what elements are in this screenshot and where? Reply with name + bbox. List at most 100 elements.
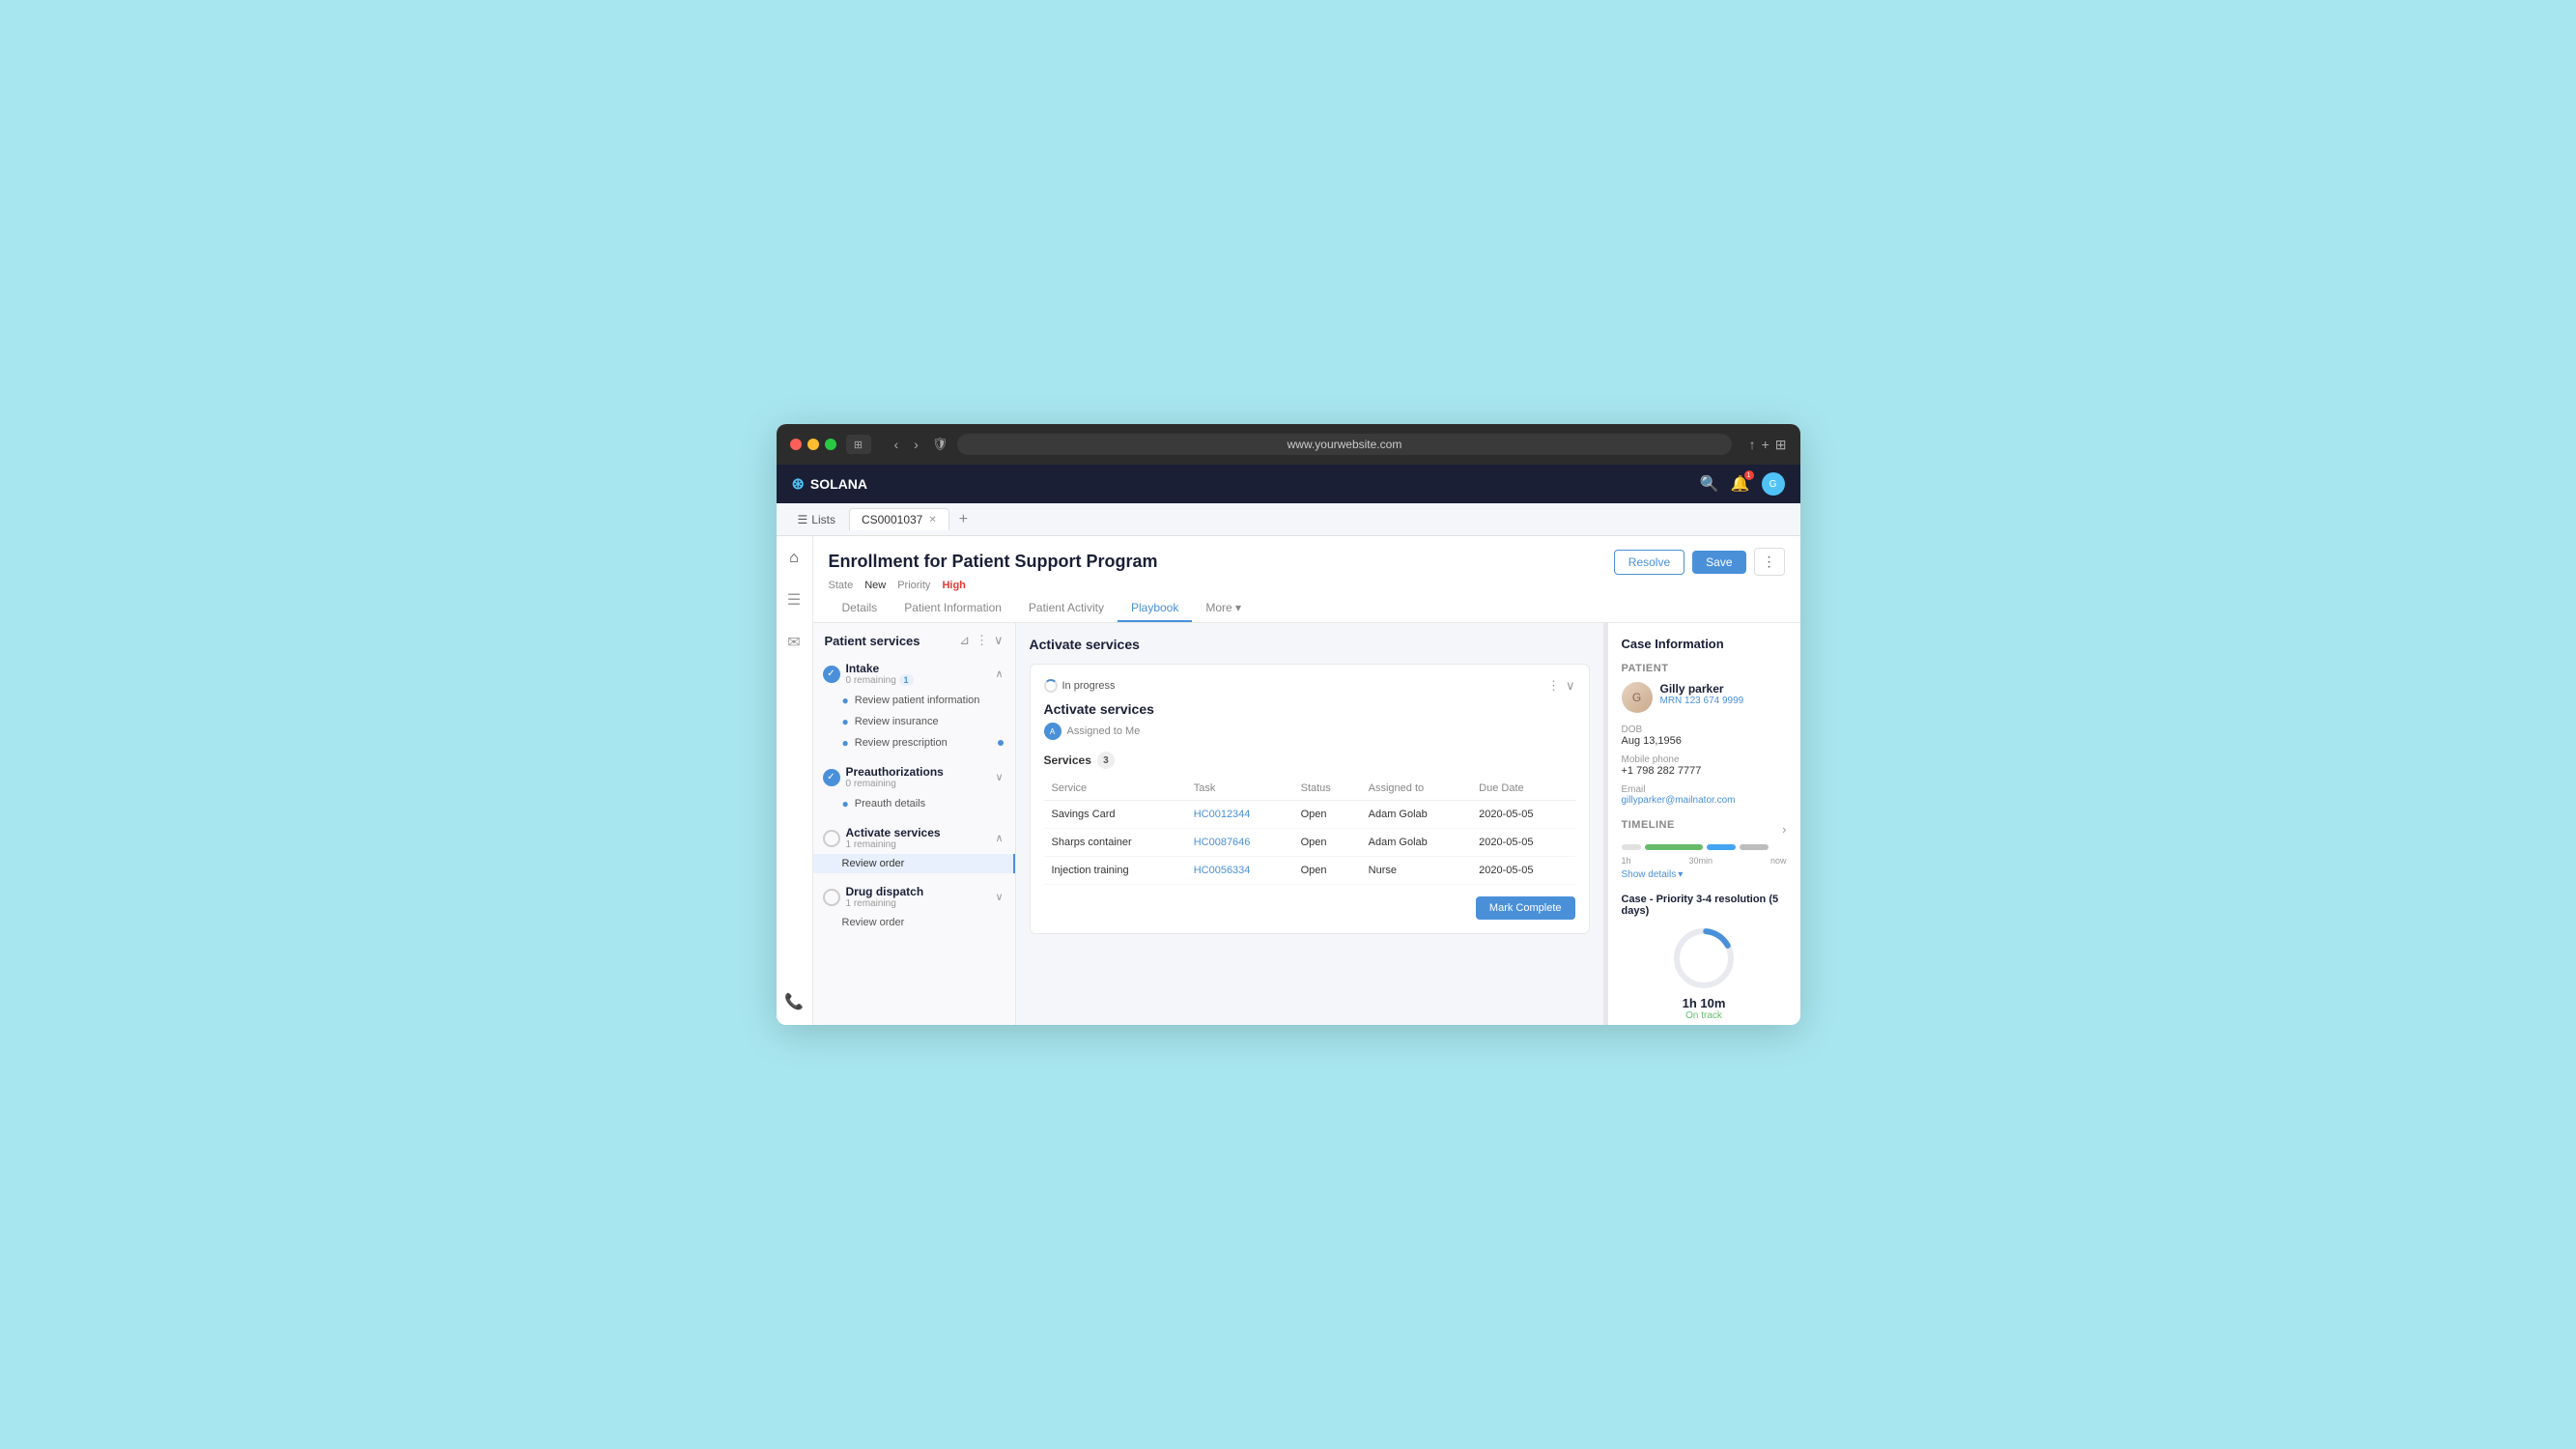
mobile-value: +1 798 282 7777 bbox=[1622, 765, 1787, 777]
table-row: Injection training HC0056334 Open Nurse … bbox=[1044, 857, 1575, 885]
show-details-chevron-icon: ▾ bbox=[1678, 869, 1683, 880]
task-hc3: HC0056334 bbox=[1186, 857, 1293, 885]
search-icon[interactable]: 🔍 bbox=[1700, 474, 1719, 494]
donut-container: 1h 10m On track bbox=[1622, 924, 1787, 1021]
main-panel: Activate services In progress ⋮ ∨ bbox=[1016, 623, 1603, 1025]
resolve-button[interactable]: Resolve bbox=[1614, 550, 1684, 575]
spinner-icon bbox=[1044, 679, 1058, 693]
app-name: SOLANA bbox=[810, 476, 867, 492]
task-link-hc1[interactable]: HC0012344 bbox=[1194, 809, 1251, 820]
preauth-section-header[interactable]: ✓ Preauthorizations 0 remaining ∨ bbox=[813, 759, 1015, 793]
close-tab-icon[interactable]: ✕ bbox=[928, 515, 936, 526]
table-head: Service Task Status Assigned to Due Date bbox=[1044, 777, 1575, 801]
browser-nav: ‹ › bbox=[891, 435, 922, 454]
task-hc1: HC0012344 bbox=[1186, 801, 1293, 829]
task-more-icon[interactable]: ⋮ bbox=[1547, 678, 1560, 694]
notification-badge: 🔔 1 bbox=[1731, 474, 1750, 494]
card-footer: Mark Complete bbox=[1044, 896, 1575, 920]
mark-complete-button[interactable]: Mark Complete bbox=[1476, 896, 1575, 920]
col-service: Service bbox=[1044, 777, 1186, 801]
review-prescription-item[interactable]: ● Review prescription bbox=[813, 732, 1015, 753]
show-details-link[interactable]: Show details ▾ bbox=[1622, 869, 1787, 880]
resolution-time: 1h 10m bbox=[1683, 996, 1726, 1010]
patient-name: Gilly parker bbox=[1660, 682, 1744, 696]
more-actions-button[interactable]: ⋮ bbox=[1754, 548, 1785, 576]
review-insurance-item[interactable]: ● Review insurance bbox=[813, 711, 1015, 732]
page-content: Enrollment for Patient Support Program R… bbox=[813, 536, 1800, 1025]
preauth-chevron-icon: ∨ bbox=[995, 771, 1003, 783]
preauth-details-item[interactable]: ● Preauth details bbox=[813, 793, 1015, 814]
services-count: 3 bbox=[1097, 752, 1115, 769]
task-link-hc2[interactable]: HC0087646 bbox=[1194, 837, 1251, 848]
timeline-bar-light bbox=[1740, 844, 1769, 850]
patient-section-title: Patient bbox=[1622, 663, 1787, 674]
tab-patient-info[interactable]: Patient Information bbox=[891, 595, 1015, 622]
nav-inbox-icon[interactable]: ✉ bbox=[781, 627, 806, 658]
timeline-title: Timeline bbox=[1622, 819, 1675, 831]
review-order-dispatch-item[interactable]: Review order bbox=[813, 913, 1015, 932]
drug-dispatch-title-row: Drug dispatch 1 remaining bbox=[823, 885, 924, 909]
maximize-button[interactable] bbox=[825, 439, 836, 450]
activate-circle-icon bbox=[823, 830, 840, 847]
preauth-remaining: 0 remaining bbox=[846, 779, 944, 789]
back-button[interactable]: ‹ bbox=[891, 435, 903, 454]
drug-dispatch-section-header[interactable]: Drug dispatch 1 remaining ∨ bbox=[813, 879, 1015, 913]
save-button[interactable]: Save bbox=[1692, 551, 1745, 574]
more-icon[interactable]: ⋮ bbox=[976, 633, 988, 648]
address-bar[interactable] bbox=[957, 434, 1731, 455]
tab-bar: ☰ Lists CS0001037 ✕ + bbox=[777, 503, 1800, 536]
tab-details[interactable]: Details bbox=[829, 595, 892, 622]
services-table: Service Task Status Assigned to Due Date bbox=[1044, 777, 1575, 885]
user-avatar[interactable]: G bbox=[1762, 472, 1785, 496]
activate-section-header[interactable]: Activate services 1 remaining ∧ bbox=[813, 820, 1015, 854]
preauth-details-check-icon: ● bbox=[842, 797, 849, 810]
services-header-icons: ⊿ ⋮ ∨ bbox=[959, 633, 1003, 648]
table-row: Savings Card HC0012344 Open Adam Golab 2… bbox=[1044, 801, 1575, 829]
grid-icon[interactable]: ⊞ bbox=[1775, 437, 1787, 453]
task-link-hc3[interactable]: HC0056334 bbox=[1194, 865, 1251, 876]
tab-more[interactable]: More ▾ bbox=[1192, 595, 1255, 622]
nav-phone-icon[interactable]: 📞 bbox=[778, 986, 809, 1017]
app-logo: ⊛ SOLANA bbox=[792, 474, 868, 494]
review-patient-check-icon: ● bbox=[842, 694, 849, 707]
services-panel: Patient services ⊿ ⋮ ∨ ✓ bbox=[813, 623, 1016, 1025]
tab-playbook[interactable]: Playbook bbox=[1118, 595, 1192, 622]
review-patient-item[interactable]: ● Review patient information bbox=[813, 690, 1015, 711]
priority-resolution-title: Case - Priority 3-4 resolution (5 days) bbox=[1622, 894, 1787, 917]
intake-section-header[interactable]: ✓ Intake 0 remaining 1 ∧ bbox=[813, 656, 1015, 690]
timeline-labels: 1h 30min now bbox=[1622, 856, 1787, 866]
share-icon[interactable]: ↑ bbox=[1749, 437, 1756, 453]
assigned-nurse: Nurse bbox=[1361, 857, 1472, 885]
forward-button[interactable]: › bbox=[910, 435, 922, 454]
timeline-bar-row bbox=[1622, 844, 1787, 850]
browser-window: ⊞ ‹ › 🛡 ↑ + ⊞ ⊛ SOLANA 🔍 🔔 1 bbox=[777, 424, 1800, 1025]
page-header: Enrollment for Patient Support Program R… bbox=[813, 536, 1800, 623]
review-order-activate-item[interactable]: Review order bbox=[813, 854, 1015, 873]
nav-menu-icon[interactable]: ☰ bbox=[781, 584, 807, 615]
minimize-button[interactable] bbox=[807, 439, 819, 450]
close-button[interactable] bbox=[790, 439, 802, 450]
case-tab[interactable]: CS0001037 ✕ bbox=[849, 508, 949, 530]
drug-dispatch-chevron-icon: ∨ bbox=[995, 891, 1003, 903]
intake-title-row: ✓ Intake 0 remaining 1 bbox=[823, 662, 914, 686]
body-split: Patient services ⊿ ⋮ ∨ ✓ bbox=[813, 623, 1800, 1025]
left-nav: ⌂ ☰ ✉ 📞 bbox=[777, 536, 813, 1025]
right-panel: Case Information Patient G Gilly parker … bbox=[1607, 623, 1800, 1025]
tl-label-30min: 30min bbox=[1688, 856, 1713, 866]
add-tab-button[interactable]: + bbox=[953, 511, 974, 528]
chevron-down-icon[interactable]: ∨ bbox=[994, 633, 1004, 648]
filter-icon[interactable]: ⊿ bbox=[959, 633, 970, 648]
task-chevron-icon[interactable]: ∨ bbox=[1566, 678, 1575, 694]
tab-lists[interactable]: ☰ Lists bbox=[788, 513, 845, 526]
nav-home-icon[interactable]: ⌂ bbox=[783, 544, 805, 573]
new-tab-icon[interactable]: + bbox=[1762, 437, 1769, 453]
review-order-activate-label: Review order bbox=[842, 858, 905, 869]
timeline-forward-icon[interactable]: › bbox=[1782, 822, 1786, 837]
tab-overview-icon[interactable]: ⊞ bbox=[846, 435, 871, 454]
priority-value: High bbox=[942, 580, 965, 591]
intake-name: Intake bbox=[846, 662, 914, 675]
security-icon: 🛡 bbox=[932, 437, 948, 452]
tab-patient-activity[interactable]: Patient Activity bbox=[1015, 595, 1118, 622]
mobile-label: Mobile phone bbox=[1622, 754, 1787, 765]
case-tab-label: CS0001037 bbox=[862, 513, 922, 526]
